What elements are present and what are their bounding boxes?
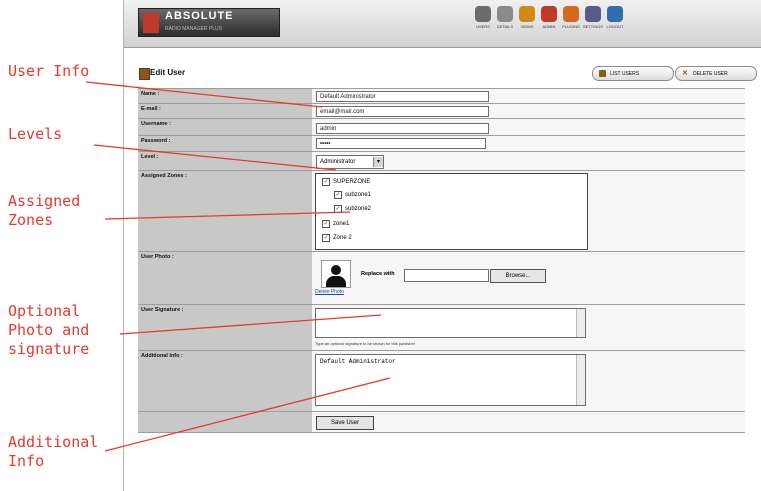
leader-photo-signature xyxy=(119,314,382,335)
leader-additional-info xyxy=(104,377,391,452)
leader-assigned-zones xyxy=(104,211,351,220)
annotation-leader-lines xyxy=(85,81,391,452)
leader-user-info xyxy=(85,81,323,108)
leader-levels xyxy=(93,144,337,171)
